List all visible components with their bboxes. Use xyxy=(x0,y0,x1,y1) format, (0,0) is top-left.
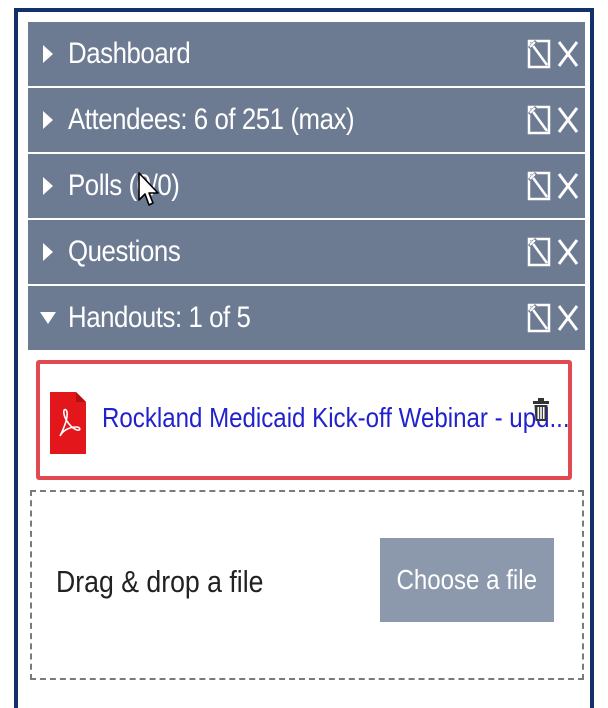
control-panel: Dashboard Attendees: 6 of 251 (max) Poll… xyxy=(28,22,585,680)
triangle-down-icon[interactable] xyxy=(36,311,60,325)
close-icon[interactable] xyxy=(557,237,579,267)
section-polls-header[interactable]: Polls (0/0) xyxy=(28,152,585,218)
choose-file-button[interactable]: Choose a file xyxy=(380,538,554,622)
section-questions-header[interactable]: Questions xyxy=(28,218,585,284)
control-panel-frame: Dashboard Attendees: 6 of 251 (max) Poll… xyxy=(14,8,594,708)
popout-icon[interactable] xyxy=(527,237,551,267)
triangle-right-icon[interactable] xyxy=(36,110,60,130)
popout-icon[interactable] xyxy=(527,39,551,69)
section-attendees-header[interactable]: Attendees: 6 of 251 (max) xyxy=(28,86,585,152)
section-handouts-label: Handouts: 1 of 5 xyxy=(68,301,251,334)
section-dashboard-header[interactable]: Dashboard xyxy=(28,22,585,86)
triangle-right-icon[interactable] xyxy=(36,176,60,196)
drop-zone-label: Drag & drop a file xyxy=(56,564,264,599)
handout-file-link[interactable]: Rockland Medicaid Kick-off Webinar - upd… xyxy=(102,402,570,434)
file-drop-zone[interactable]: Drag & drop a file Choose a file xyxy=(30,490,584,680)
popout-icon[interactable] xyxy=(527,105,551,135)
close-icon[interactable] xyxy=(557,171,579,201)
section-polls-actions xyxy=(527,171,579,201)
triangle-right-icon[interactable] xyxy=(36,242,60,262)
close-icon[interactable] xyxy=(557,105,579,135)
section-questions-actions xyxy=(527,237,579,267)
section-polls-label: Polls (0/0) xyxy=(68,169,180,202)
handout-file-row[interactable]: Rockland Medicaid Kick-off Webinar - upd… xyxy=(36,360,572,480)
popout-icon[interactable] xyxy=(527,171,551,201)
section-questions-label: Questions xyxy=(68,235,181,268)
section-handouts-header[interactable]: Handouts: 1 of 5 xyxy=(28,284,585,350)
section-dashboard-label: Dashboard xyxy=(68,37,191,70)
close-icon[interactable] xyxy=(557,39,579,69)
popout-icon[interactable] xyxy=(527,303,551,333)
triangle-right-icon[interactable] xyxy=(36,44,60,64)
section-attendees-label: Attendees: 6 of 251 (max) xyxy=(68,103,355,136)
section-attendees-actions xyxy=(527,105,579,135)
close-icon[interactable] xyxy=(557,303,579,333)
section-dashboard-actions xyxy=(527,39,579,69)
trash-icon[interactable] xyxy=(532,398,550,427)
pdf-icon xyxy=(50,392,86,454)
choose-file-button-label: Choose a file xyxy=(396,564,538,595)
section-handouts-actions xyxy=(527,303,579,333)
